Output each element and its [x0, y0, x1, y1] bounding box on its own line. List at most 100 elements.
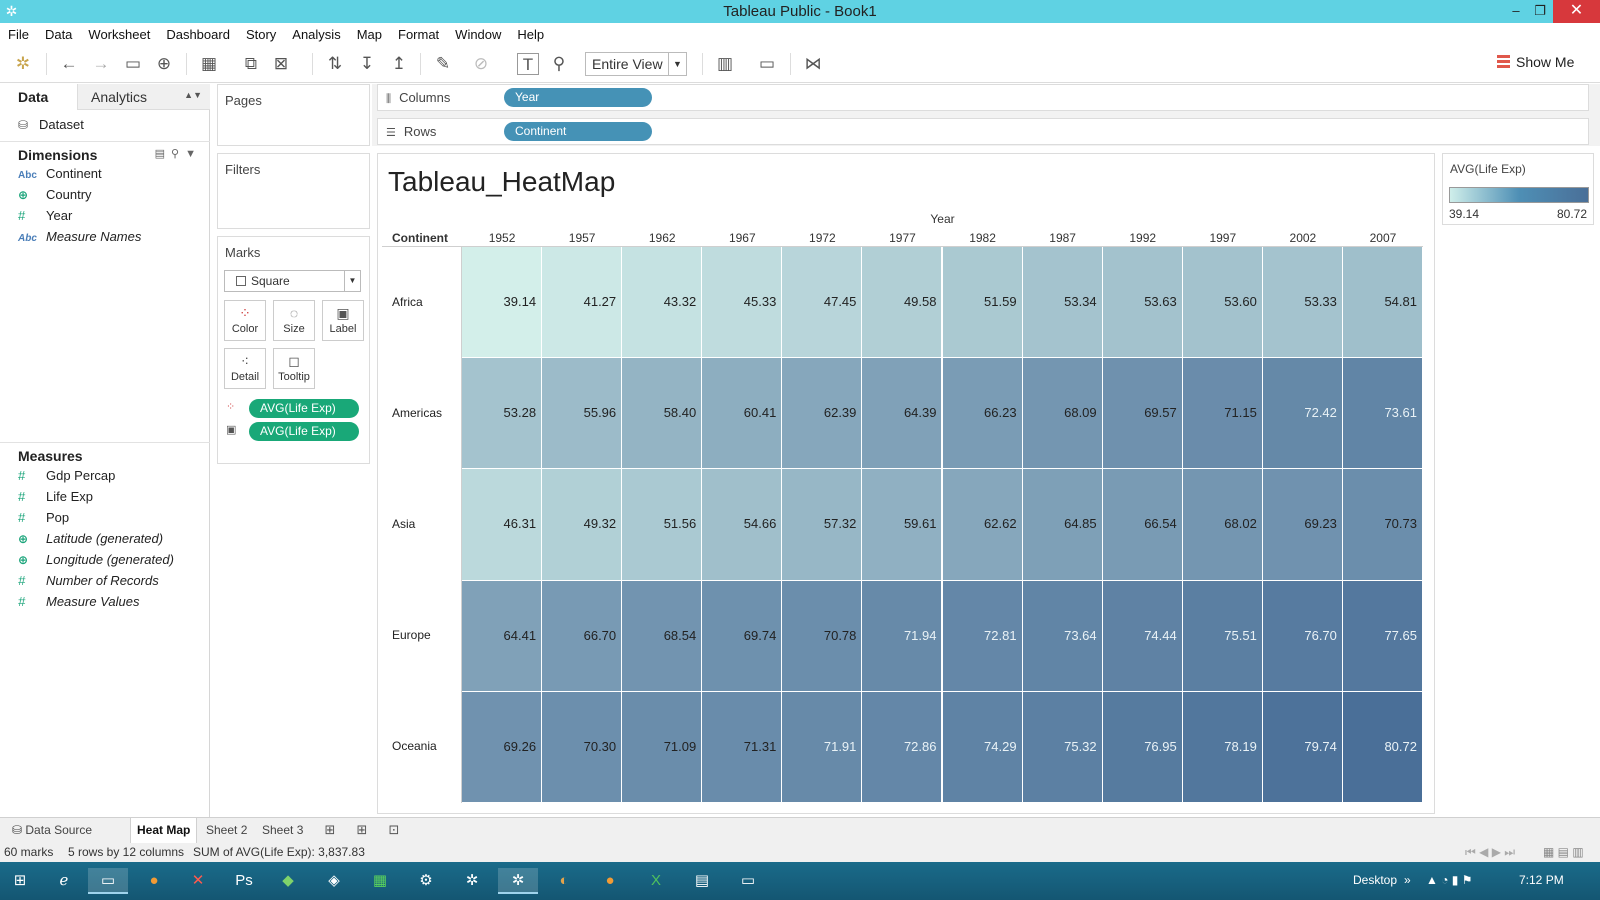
app-orange-icon[interactable]: ◐: [544, 868, 584, 894]
row-header[interactable]: Europe: [392, 628, 431, 642]
tab-analytics[interactable]: Analytics ▲▼: [77, 84, 210, 110]
filters-card[interactable]: Filters: [217, 153, 370, 229]
heatmap-cell[interactable]: 51.56: [622, 469, 702, 580]
undo-icon[interactable]: ←: [58, 53, 80, 75]
heatmap-cell[interactable]: 60.41: [702, 358, 782, 469]
heatmap-cell[interactable]: 70.78: [782, 580, 862, 691]
share-icon[interactable]: ⋈: [802, 53, 824, 75]
heatmap-cell[interactable]: 64.41: [462, 580, 542, 691]
new-datasource-icon[interactable]: ⊕: [153, 53, 175, 75]
column-header[interactable]: 1977: [862, 231, 942, 245]
size-button[interactable]: ◌ Size: [273, 300, 315, 341]
heatmap-cell[interactable]: 55.96: [542, 358, 622, 469]
heatmap-cell[interactable]: 71.31: [702, 691, 782, 802]
menu-map[interactable]: Map: [357, 27, 382, 42]
heatmap-cell[interactable]: 69.57: [1102, 358, 1182, 469]
show-me-button[interactable]: Show Me: [1497, 54, 1574, 70]
column-header[interactable]: 1957: [542, 231, 622, 245]
heatmap-cell[interactable]: 72.42: [1262, 358, 1342, 469]
menu-format[interactable]: Format: [398, 27, 439, 42]
heatmap-cell[interactable]: 54.81: [1342, 247, 1422, 358]
save-icon[interactable]: ▭: [122, 53, 144, 75]
heatmap-cell[interactable]: 75.51: [1182, 580, 1262, 691]
heatmap-cell[interactable]: 71.15: [1182, 358, 1262, 469]
heatmap-cell[interactable]: 73.61: [1342, 358, 1422, 469]
measure-field[interactable]: ⊕ Longitude (generated): [18, 552, 174, 572]
heatmap-cell[interactable]: 66.70: [542, 580, 622, 691]
color-pill[interactable]: AVG(Life Exp): [249, 399, 359, 418]
column-header[interactable]: 1997: [1183, 231, 1263, 245]
swap-icon[interactable]: ⇅: [324, 53, 346, 75]
tab-heat-map[interactable]: Heat Map: [130, 818, 198, 844]
windows-start-icon[interactable]: ⊞: [0, 868, 40, 894]
menu-window[interactable]: Window: [455, 27, 501, 42]
label-button[interactable]: ▣ Label: [322, 300, 364, 341]
column-header[interactable]: 2002: [1263, 231, 1343, 245]
menu-file[interactable]: File: [8, 27, 29, 42]
presentation-mode-icon[interactable]: ▭: [756, 53, 778, 75]
heatmap-cell[interactable]: 64.85: [1022, 469, 1102, 580]
heatmap-cell[interactable]: 57.32: [782, 469, 862, 580]
desktop-toolbar[interactable]: Desktop: [1353, 873, 1397, 887]
heatmap-cell[interactable]: 53.60: [1182, 247, 1262, 358]
excel-icon[interactable]: X: [636, 868, 676, 894]
heatmap-cell[interactable]: 39.14: [462, 247, 542, 358]
photoshop-icon[interactable]: Ps: [224, 868, 264, 894]
group-icon[interactable]: ⊘: [470, 53, 492, 75]
row-header[interactable]: Asia: [392, 517, 415, 531]
measure-field[interactable]: # Life Exp: [18, 489, 93, 509]
heatmap-cell[interactable]: 75.32: [1022, 691, 1102, 802]
close-button[interactable]: ✕: [1553, 0, 1600, 23]
heatmap-cell[interactable]: 76.95: [1102, 691, 1182, 802]
clock[interactable]: 7:12 PM: [1519, 873, 1564, 887]
tooltip-button[interactable]: ◻ Tooltip: [273, 348, 315, 389]
heatmap-cell[interactable]: 66.54: [1102, 469, 1182, 580]
heatmap-cell[interactable]: 59.61: [862, 469, 942, 580]
heatmap-cell[interactable]: 71.09: [622, 691, 702, 802]
column-header[interactable]: 2007: [1343, 231, 1423, 245]
dimension-field[interactable]: # Year: [18, 208, 72, 228]
measure-field[interactable]: # Pop: [18, 510, 69, 530]
column-header[interactable]: 1962: [622, 231, 702, 245]
new-dashboard-icon[interactable]: ⊞: [353, 822, 371, 840]
restore-button[interactable]: ❐: [1525, 0, 1555, 23]
heatmap-cell[interactable]: 54.66: [702, 469, 782, 580]
column-header[interactable]: 1952: [462, 231, 542, 245]
heatmap-cell[interactable]: 66.23: [942, 358, 1022, 469]
label-pill[interactable]: AVG(Life Exp): [249, 422, 359, 441]
sheet-nav-icons[interactable]: ⏮ ◀ ▶ ⏭: [1465, 845, 1515, 860]
heatmap-cell[interactable]: 53.28: [462, 358, 542, 469]
calculator-icon[interactable]: ▤: [682, 868, 722, 894]
ie-icon[interactable]: ℯ: [44, 868, 84, 894]
heatmap-cell[interactable]: 49.32: [542, 469, 622, 580]
heatmap-cell[interactable]: 68.09: [1022, 358, 1102, 469]
settings-app-icon[interactable]: ⚙: [406, 868, 446, 894]
heatmap-cell[interactable]: 62.39: [782, 358, 862, 469]
pages-card[interactable]: Pages: [217, 84, 370, 146]
heatmap-cell[interactable]: 76.70: [1262, 580, 1342, 691]
heatmap-cell[interactable]: 77.65: [1342, 580, 1422, 691]
tableau-home-icon[interactable]: ✲: [12, 53, 34, 75]
row-header[interactable]: Americas: [392, 406, 442, 420]
menu-data[interactable]: Data: [45, 27, 72, 42]
measure-field[interactable]: # Measure Values: [18, 594, 139, 614]
heatmap-cell[interactable]: 78.19: [1182, 691, 1262, 802]
menu-dashboard[interactable]: Dashboard: [166, 27, 230, 42]
continent-pill[interactable]: Continent: [504, 122, 652, 141]
row-header[interactable]: Africa: [392, 295, 423, 309]
column-header[interactable]: 1972: [782, 231, 862, 245]
menu-story[interactable]: Story: [246, 27, 276, 42]
menu-analysis[interactable]: Analysis: [292, 27, 340, 42]
fix-axes-icon[interactable]: ⚲: [548, 53, 570, 75]
dimension-field[interactable]: Abc Continent: [18, 166, 102, 186]
heatmap-cell[interactable]: 72.86: [862, 691, 942, 802]
dimension-field[interactable]: Abc Measure Names: [18, 229, 141, 249]
heatmap-cell[interactable]: 68.54: [622, 580, 702, 691]
heatmap-cell[interactable]: 80.72: [1342, 691, 1422, 802]
dataset-item[interactable]: ⛁ Dataset: [18, 117, 84, 132]
measure-field[interactable]: ⊕ Latitude (generated): [18, 531, 163, 551]
chevron-icon[interactable]: »: [1404, 873, 1411, 887]
fit-select[interactable]: Entire View ▼: [585, 52, 687, 76]
app-grid-icon[interactable]: ▦: [360, 868, 400, 894]
heatmap-cell[interactable]: 69.26: [462, 691, 542, 802]
